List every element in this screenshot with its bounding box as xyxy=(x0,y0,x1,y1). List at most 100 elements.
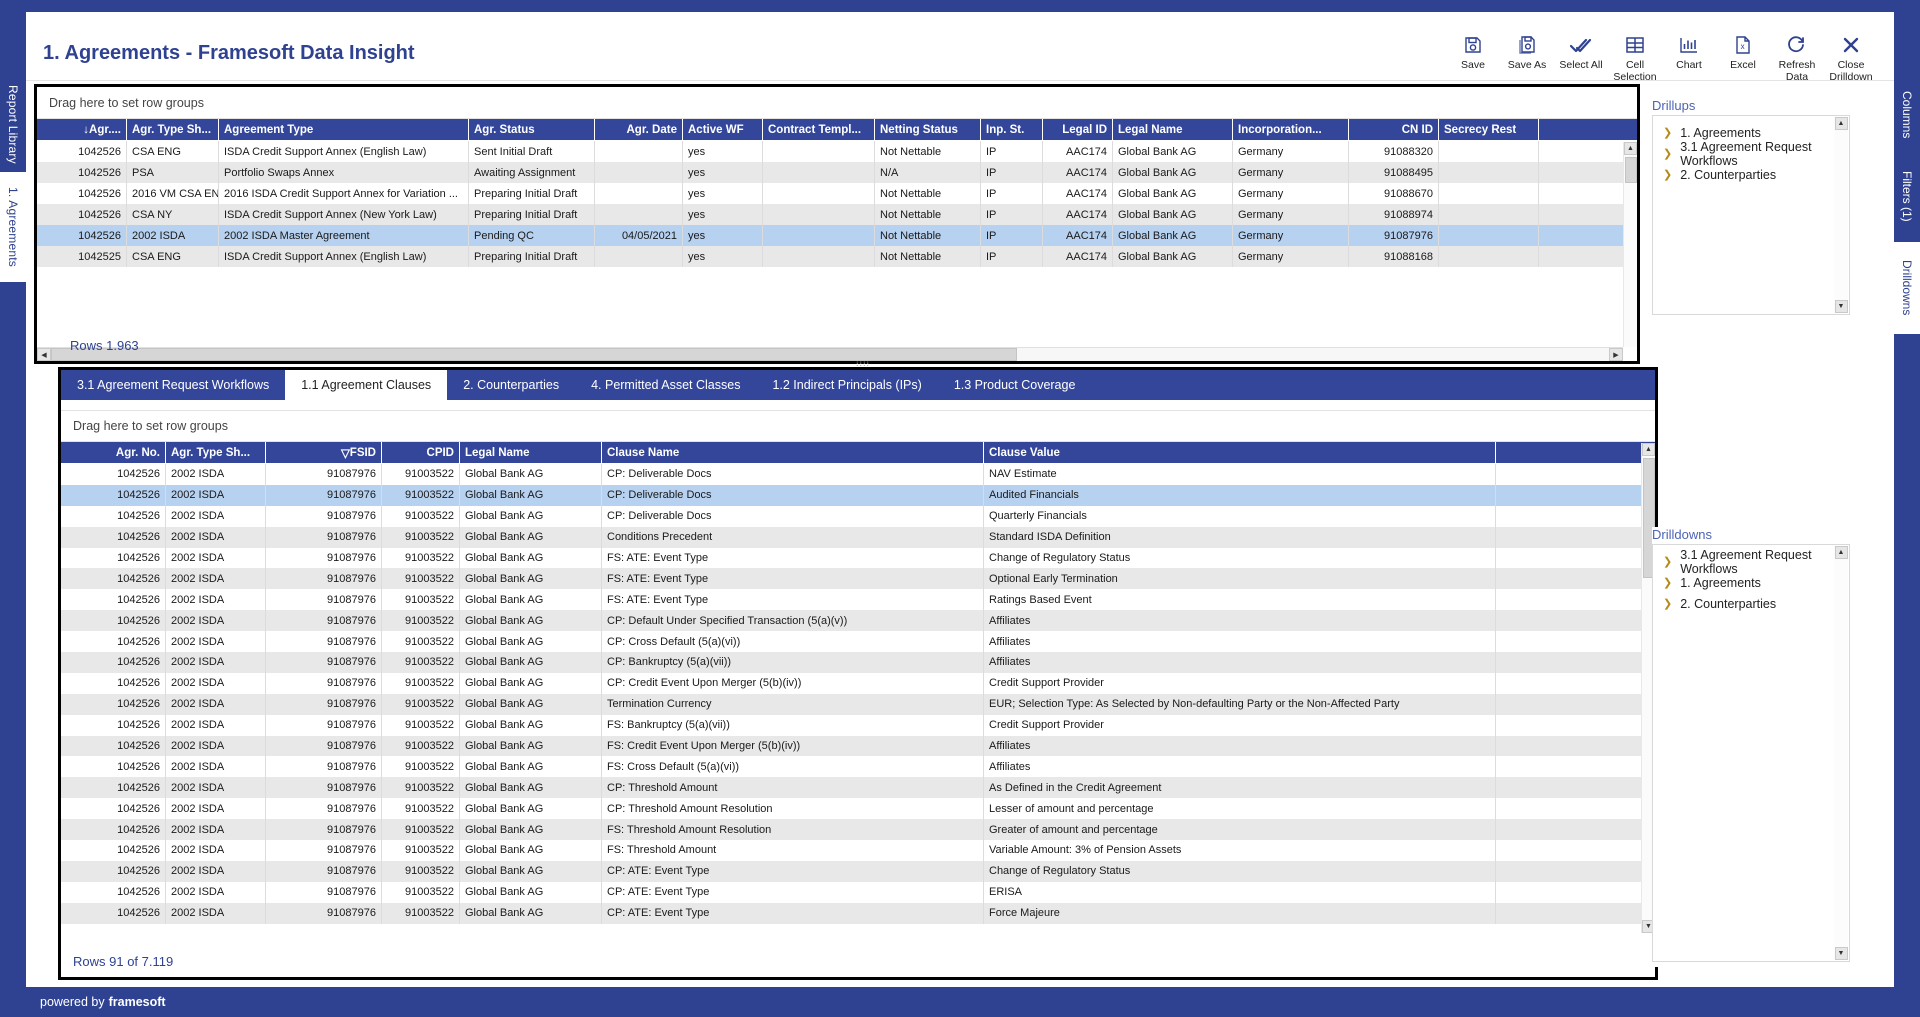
cell-contract_template[interactable] xyxy=(763,141,875,162)
cell-legal_name[interactable]: Global Bank AG xyxy=(460,547,602,569)
table-row[interactable]: 1042526 2002 ISDA 2002 ISDA Master Agreeme… xyxy=(37,225,1637,246)
table-row[interactable]: 1042526 2002 ISDA 91087976 91003522 Global B… xyxy=(61,860,1655,882)
cell-clause_name[interactable]: CP: Threshold Amount xyxy=(602,777,984,799)
cell-agr_no[interactable]: 1042526 xyxy=(61,652,166,673)
cell-clause_name[interactable]: CP: Default Under Specified Transaction … xyxy=(602,610,984,632)
cell-incorporation[interactable]: Germany xyxy=(1233,225,1349,246)
cell-clause_value[interactable]: Affiliates xyxy=(984,610,1496,632)
cell-cn_id[interactable]: 91088670 xyxy=(1349,183,1439,204)
cell-legal_id[interactable]: AAC174 xyxy=(1043,204,1113,225)
cell-fsid[interactable]: 91087976 xyxy=(266,819,382,841)
cell-clause_value[interactable]: Affiliates xyxy=(984,631,1496,653)
column-header-clause_name[interactable]: Clause Name xyxy=(602,442,984,463)
cell-agr_no[interactable]: 1042526 xyxy=(61,735,166,757)
cell-clause_value[interactable]: Force Majeure xyxy=(984,902,1496,924)
cell-agr_type_short[interactable]: 2002 ISDA xyxy=(166,735,266,757)
cell-legal_name[interactable]: Global Bank AG xyxy=(460,693,602,715)
cell-agr_type_short[interactable]: CSA NY xyxy=(127,204,219,225)
cell-cpid[interactable]: 91003522 xyxy=(382,714,460,736)
cell-agr_no[interactable]: 1042526 xyxy=(61,756,166,778)
column-header-secrecy[interactable]: Secrecy Rest xyxy=(1439,119,1539,140)
cell-agr_type_short[interactable]: 2002 ISDA xyxy=(166,693,266,715)
cell-clause_value[interactable]: Lesser of amount and percentage xyxy=(984,798,1496,820)
cell-agr_type_short[interactable]: 2002 ISDA xyxy=(166,505,266,527)
cell-cpid[interactable]: 91003522 xyxy=(382,464,460,485)
cell-legal_name[interactable]: Global Bank AG xyxy=(460,714,602,736)
cell-agr_no[interactable]: 1042526 xyxy=(37,225,127,246)
cell-clause_name[interactable]: FS: Threshold Amount xyxy=(602,840,984,861)
cell-inp_st[interactable]: IP xyxy=(981,183,1043,204)
table-row[interactable]: 1042526 CSA ENG ISDA Credit Support Annex … xyxy=(37,141,1637,162)
cell-fsid[interactable]: 91087976 xyxy=(266,672,382,694)
scroll-down-icon[interactable]: ▼ xyxy=(1834,300,1848,313)
cell-legal_name[interactable]: Global Bank AG xyxy=(460,672,602,694)
cell-agr_type_short[interactable]: 2002 ISDA xyxy=(166,652,266,673)
cell-netting_status[interactable]: Not Nettable xyxy=(875,225,981,246)
cell-cpid[interactable]: 91003522 xyxy=(382,589,460,611)
cell-legal_name[interactable]: Global Bank AG xyxy=(460,526,602,548)
cell-legal_id[interactable]: AAC174 xyxy=(1043,141,1113,162)
cell-legal_name[interactable]: Global Bank AG xyxy=(460,631,602,653)
cell-legal_name[interactable]: Global Bank AG xyxy=(460,505,602,527)
cell-inp_st[interactable]: IP xyxy=(981,225,1043,246)
tab-0[interactable]: 3.1 Agreement Request Workflows xyxy=(61,370,285,400)
cell-clause_name[interactable]: CP: Threshold Amount Resolution xyxy=(602,798,984,820)
cell-cpid[interactable]: 91003522 xyxy=(382,652,460,673)
cell-cpid[interactable]: 91003522 xyxy=(382,484,460,506)
cell-clause_name[interactable]: Conditions Precedent xyxy=(602,526,984,548)
cell-fsid[interactable]: 91087976 xyxy=(266,735,382,757)
cell-agr_date[interactable]: 04/05/2021 xyxy=(595,225,683,246)
column-header-legal_name[interactable]: Legal Name xyxy=(460,442,602,463)
cell-cpid[interactable]: 91003522 xyxy=(382,547,460,569)
cell-legal_name[interactable]: Global Bank AG xyxy=(460,735,602,757)
cell-agr_status[interactable]: Preparing Initial Draft xyxy=(469,204,595,225)
table-row[interactable]: 1042526 PSA Portfolio Swaps Annex Awaiting … xyxy=(37,162,1637,183)
scroll-right-icon[interactable]: ▶ xyxy=(1609,348,1623,361)
cell-fsid[interactable]: 91087976 xyxy=(266,902,382,924)
cell-agr_type_short[interactable]: 2016 VM CSA ENG xyxy=(127,183,219,204)
cell-fsid[interactable]: 91087976 xyxy=(266,652,382,673)
cell-agr_type_short[interactable]: 2002 ISDA xyxy=(166,902,266,924)
tab-2[interactable]: 2. Counterparties xyxy=(447,370,575,400)
cell-legal_name[interactable]: Global Bank AG xyxy=(1113,225,1233,246)
cell-legal_name[interactable]: Global Bank AG xyxy=(460,652,602,673)
excel-export-button[interactable]: x Excel xyxy=(1716,28,1770,83)
cell-clause_value[interactable]: Optional Early Termination xyxy=(984,568,1496,590)
cell-legal_name[interactable]: Global Bank AG xyxy=(460,464,602,485)
cell-agr_no[interactable]: 1042526 xyxy=(61,568,166,590)
cell-agr_date[interactable] xyxy=(595,162,683,183)
cell-clause_name[interactable]: CP: Credit Event Upon Merger (5(b)(iv)) xyxy=(602,672,984,694)
column-header-agreement_type[interactable]: Agreement Type xyxy=(219,119,469,140)
cell-clause_name[interactable]: CP: Bankruptcy (5(a)(vii)) xyxy=(602,652,984,673)
cell-agr_no[interactable]: 1042526 xyxy=(37,162,127,183)
cell-cpid[interactable]: 91003522 xyxy=(382,735,460,757)
cell-fsid[interactable]: 91087976 xyxy=(266,464,382,485)
cell-agr_type_short[interactable]: PSA xyxy=(127,162,219,183)
cell-fsid[interactable]: 91087976 xyxy=(266,714,382,736)
cell-clause_value[interactable]: Quarterly Financials xyxy=(984,505,1496,527)
table-row[interactable]: 1042526 2002 ISDA 91087976 91003522 Global B… xyxy=(61,881,1655,903)
cell-clause_value[interactable]: Standard ISDA Definition xyxy=(984,526,1496,548)
cell-cpid[interactable]: 91003522 xyxy=(382,505,460,527)
cell-agreement_type[interactable]: 2016 ISDA Credit Support Annex for Varia… xyxy=(219,183,469,204)
cell-clause_value[interactable]: Affiliates xyxy=(984,652,1496,673)
tab-1[interactable]: 1.1 Agreement Clauses xyxy=(285,370,448,400)
column-header-agr_date[interactable]: Agr. Date xyxy=(595,119,683,140)
cell-clause_name[interactable]: FS: Cross Default (5(a)(vi)) xyxy=(602,756,984,778)
cell-agr_type_short[interactable]: 2002 ISDA xyxy=(166,777,266,799)
cell-legal_name[interactable]: Global Bank AG xyxy=(460,610,602,632)
column-header-agr_no[interactable]: ↓ Agr.... xyxy=(37,119,127,140)
table-row[interactable]: 1042526 2002 ISDA 91087976 91003522 Global B… xyxy=(61,902,1655,924)
scrollbar-thumb[interactable] xyxy=(51,348,1017,361)
cell-agr_status[interactable]: Awaiting Assignment xyxy=(469,162,595,183)
cell-secrecy[interactable] xyxy=(1439,141,1539,162)
cell-agr_no[interactable]: 1042526 xyxy=(61,589,166,611)
cell-agr_date[interactable] xyxy=(595,141,683,162)
table-row[interactable]: 1042526 2002 ISDA 91087976 91003522 Global B… xyxy=(61,840,1655,861)
column-header-active_wf[interactable]: Active WF xyxy=(683,119,763,140)
cell-cpid[interactable]: 91003522 xyxy=(382,756,460,778)
table-row[interactable]: 1042526 2002 ISDA 91087976 91003522 Global B… xyxy=(61,526,1655,548)
cell-secrecy[interactable] xyxy=(1439,225,1539,246)
cell-netting_status[interactable]: Not Nettable xyxy=(875,246,981,267)
cell-agr_type_short[interactable]: 2002 ISDA xyxy=(166,756,266,778)
